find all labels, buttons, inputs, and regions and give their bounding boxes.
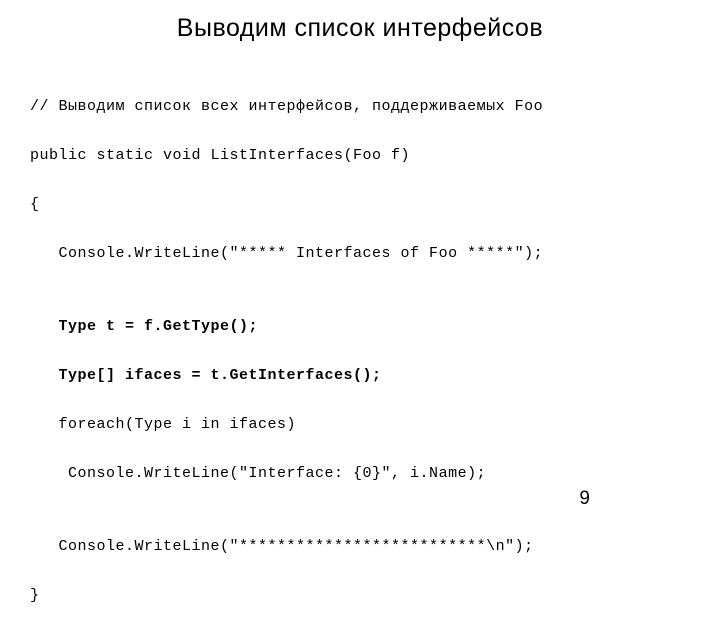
code-line-signature: public static void ListInterfaces(Foo f) — [30, 144, 690, 168]
code-line-writeline-header: Console.WriteLine("***** Interfaces of F… — [30, 242, 690, 266]
code-line-foreach: foreach(Type i in ifaces) — [30, 413, 690, 437]
code-line-gettype: Type t = f.GetType(); — [30, 315, 690, 339]
code-line-brace-close: } — [30, 584, 690, 608]
code-line-brace-open: { — [30, 193, 690, 217]
code-block: // Выводим список всех интерфейсов, подд… — [30, 71, 690, 633]
code-line-writeline-footer: Console.WriteLine("*********************… — [30, 535, 690, 559]
code-line-comment: // Выводим список всех интерфейсов, подд… — [30, 95, 690, 119]
page-number: 9 — [579, 488, 590, 510]
slide-title: Выводим список интерфейсов — [30, 14, 690, 43]
code-line-writeline-interface: Console.WriteLine("Interface: {0}", i.Na… — [30, 462, 690, 486]
code-line-getinterfaces: Type[] ifaces = t.GetInterfaces(); — [30, 364, 690, 388]
